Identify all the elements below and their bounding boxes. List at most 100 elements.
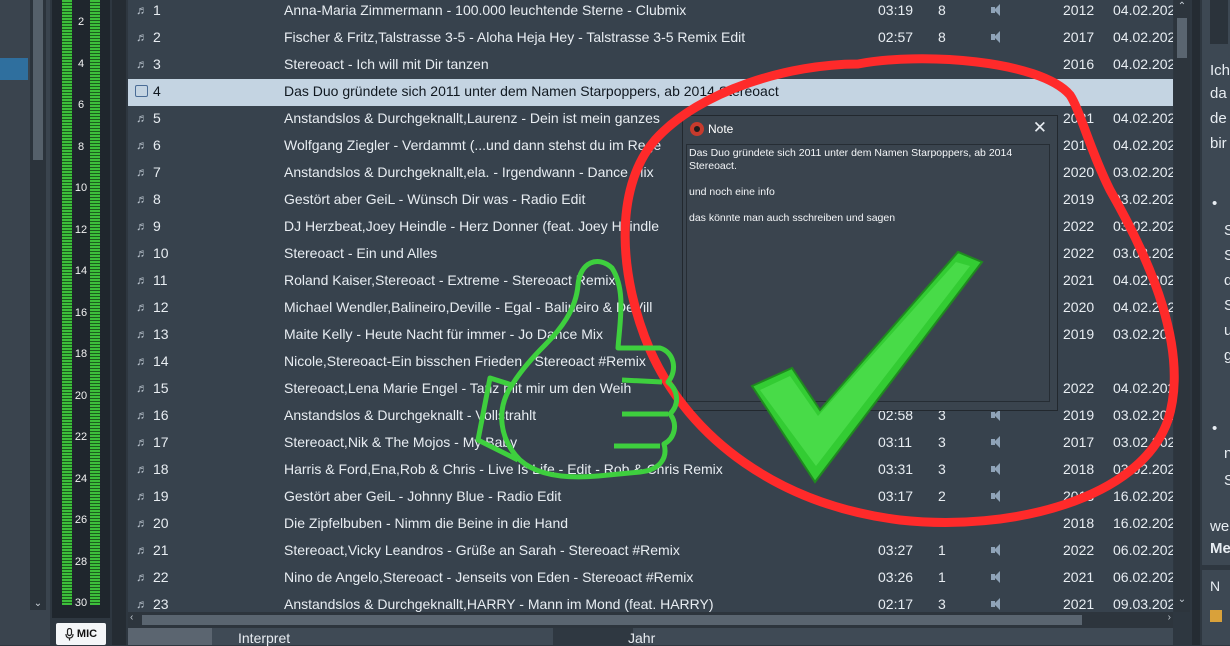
track-year: 2020 [1063, 164, 1095, 180]
track-row[interactable]: ♬ 20 Die Zipfelbuben - Nimm die Beine in d… [128, 511, 1173, 538]
left-pane-selected-item[interactable] [0, 58, 28, 80]
track-row[interactable]: ♬ 18 Harris & Ford,Ena,Rob & Chris - Live … [128, 457, 1173, 484]
info-panel-text: S [1224, 247, 1230, 264]
music-note-icon: ♬ [136, 354, 148, 368]
track-row[interactable]: ♬ 19 Gestört aber GeiL - Johnny Blue - Rad… [128, 484, 1173, 511]
track-row[interactable]: ♬ 23 Anstandslos & Durchgeknallt,HARRY - M… [128, 592, 1173, 612]
speaker-icon[interactable] [991, 4, 1000, 16]
info-panel-tab[interactable]: N [1210, 578, 1220, 594]
track-duration: 03:26 [878, 569, 914, 585]
track-date: 03.02.202 [1113, 434, 1173, 450]
track-title: Das Duo gründete sich 2011 unter dem Nam… [284, 83, 779, 99]
meter-scale-label: 8 [77, 140, 85, 153]
track-date: 03.02.202 [1113, 164, 1173, 180]
track-date: 03.02.202 [1113, 245, 1173, 261]
note-row[interactable]: 4 Das Duo gründete sich 2011 unter dem Na… [128, 79, 1173, 106]
speaker-icon[interactable] [991, 598, 1000, 610]
track-date: 03.02.202 [1113, 218, 1173, 234]
note-text-area[interactable]: Das Duo gründete sich 2011 unter dem Nam… [686, 144, 1050, 402]
track-number: 8 [153, 191, 161, 207]
scroll-down-icon[interactable]: ⌄ [1174, 594, 1190, 605]
track-year: 2022 [1063, 245, 1095, 261]
speaker-icon[interactable] [991, 490, 1000, 502]
track-number: 1 [153, 2, 161, 18]
column-header-block-2[interactable] [553, 628, 633, 645]
speaker-icon[interactable] [991, 31, 1000, 43]
track-row[interactable]: ♬ 22 Nino de Angelo,Stereoact - Jenseits v… [128, 565, 1173, 592]
track-title: Michael Wendler,Balineiro,Deville - Egal… [284, 299, 653, 315]
track-row[interactable]: ♬ 17 Stereoact,Nik & The Mojos - My Baby 03… [128, 430, 1173, 457]
track-title: Fischer & Fritz,Talstrasse 3-5 - Aloha H… [284, 29, 746, 45]
track-year: 2013 [1063, 488, 1095, 504]
save-icon[interactable] [1210, 610, 1222, 622]
info-panel-text: S [1224, 472, 1230, 489]
column-header-interpret[interactable]: Interpret [238, 630, 290, 646]
track-list-vertical-scrollbar[interactable]: ⌃ ⌄ [1174, 0, 1190, 612]
track-number: 7 [153, 164, 161, 180]
track-list-hscroll-thumb[interactable] [142, 615, 1082, 625]
track-title: Gestört aber GeiL - Wünsch Dir was - Rad… [284, 191, 586, 207]
track-year: 2012 [1063, 2, 1095, 18]
info-panel-text: • [1212, 420, 1218, 437]
music-note-icon: ♬ [136, 219, 148, 233]
scroll-down-icon[interactable]: ⌄ [30, 598, 46, 612]
track-rating: 1 [938, 569, 946, 585]
speaker-icon[interactable] [991, 436, 1000, 448]
scroll-left-icon[interactable]: ‹ [130, 612, 133, 623]
left-pane-scrollbar[interactable]: ⌄ [30, 0, 46, 610]
scroll-right-icon[interactable]: › [1168, 612, 1171, 623]
music-note-icon: ♬ [136, 408, 148, 422]
track-title: Anstandslos & Durchgeknallt,Laurenz - De… [284, 110, 660, 126]
track-year: 2022 [1063, 380, 1095, 396]
info-panel-text: d [1224, 272, 1230, 289]
music-note-icon: ♬ [136, 570, 148, 584]
music-note-icon: ♬ [136, 543, 148, 557]
music-note-icon: ♬ [136, 3, 148, 17]
track-number: 12 [153, 299, 169, 315]
right-divider[interactable] [1192, 0, 1200, 645]
track-row[interactable]: ♬ 2 Fischer & Fritz,Talstrasse 3-5 - Aloha… [128, 25, 1173, 52]
speaker-icon[interactable] [991, 463, 1000, 475]
music-note-icon: ♬ [136, 165, 148, 179]
track-rating: 3 [938, 596, 946, 612]
track-list-scroll-thumb[interactable] [1177, 18, 1187, 58]
info-panel-scrollbar[interactable] [1210, 0, 1228, 44]
speaker-icon[interactable] [991, 544, 1000, 556]
app-logo-icon [690, 122, 704, 136]
track-row[interactable]: ♬ 21 Stereoact,Vicky Leandros - Grüße an S… [128, 538, 1173, 565]
column-header-jahr[interactable]: Jahr [628, 630, 655, 646]
meter-scale-label: 28 [74, 555, 88, 568]
mic-button[interactable]: MIC [56, 623, 106, 645]
track-title: DJ Herzbeat,Joey Heindle - Herz Donner (… [284, 218, 660, 234]
track-list-horizontal-scrollbar[interactable]: ‹ › [128, 612, 1173, 628]
track-number: 18 [153, 461, 169, 477]
track-year: 2021 [1063, 569, 1095, 585]
left-divider[interactable] [112, 0, 126, 645]
music-note-icon: ♬ [136, 30, 148, 44]
track-number: 5 [153, 110, 161, 126]
track-rating: 2 [938, 488, 946, 504]
track-duration: 02:17 [878, 596, 914, 612]
track-number: 6 [153, 137, 161, 153]
left-pane-scroll-thumb[interactable] [33, 0, 43, 160]
info-panel-text: g [1224, 347, 1230, 364]
info-panel: Ich da de bir • S Sd Su g • n Swe Me [1202, 0, 1230, 565]
note-dialog-titlebar[interactable]: Note ✕ [683, 116, 1057, 142]
speaker-icon[interactable] [991, 571, 1000, 583]
track-title: Roland Kaiser,Stereoact - Extreme - Ster… [284, 272, 616, 288]
info-panel-text: de [1210, 110, 1227, 127]
info-panel-text: we [1210, 518, 1230, 535]
track-year: 2018 [1063, 515, 1095, 531]
info-panel-text: • [1212, 195, 1218, 212]
scroll-up-icon[interactable]: ⌃ [1174, 1, 1190, 12]
close-icon[interactable]: ✕ [1033, 118, 1047, 138]
track-row[interactable]: ♬ 3 Stereoact - Ich will mit Dir tanzen 201… [128, 52, 1173, 79]
music-note-icon: ♬ [136, 381, 148, 395]
track-title: Harris & Ford,Ena,Rob & Chris - Live Is … [284, 461, 723, 477]
track-title: Nicole,Stereoact-Ein bisschen Frieden - … [284, 353, 646, 369]
track-date: 04.02.202 [1113, 137, 1173, 153]
track-row[interactable]: ♬ 1 Anna-Maria Zimmermann - 100.000 leucht… [128, 0, 1173, 25]
track-title: Maite Kelly - Heute Nacht für immer - Jo… [284, 326, 603, 342]
track-number: 15 [153, 380, 169, 396]
column-header-block[interactable] [128, 628, 212, 645]
